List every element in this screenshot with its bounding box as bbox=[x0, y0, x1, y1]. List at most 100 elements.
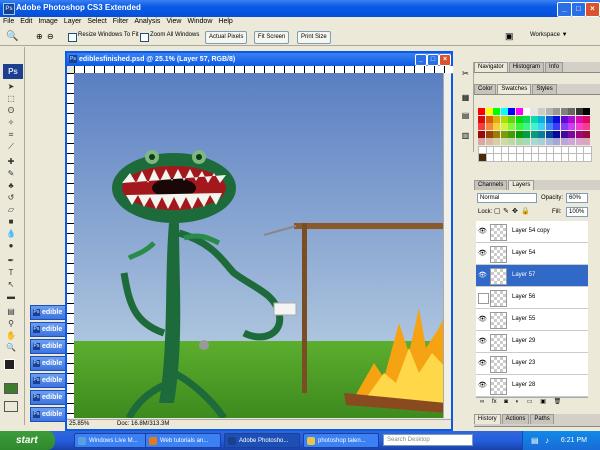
layer-row[interactable]: 👁 Layer 54 bbox=[476, 243, 588, 265]
swatch[interactable] bbox=[575, 108, 583, 115]
swatch[interactable] bbox=[500, 108, 508, 115]
swatch[interactable] bbox=[478, 130, 485, 138]
zoom-in-icon[interactable]: ⊕ bbox=[36, 32, 43, 41]
tab-actions[interactable]: Actions bbox=[501, 414, 530, 424]
layer-row[interactable]: Layer 56 bbox=[476, 287, 588, 309]
zoom-all-checkbox[interactable] bbox=[140, 33, 149, 42]
tab-styles[interactable]: Styles bbox=[532, 84, 557, 94]
layer-visibility-eye-icon[interactable]: 👁 bbox=[478, 315, 487, 324]
lock-transparent-icon[interactable]: ▢ bbox=[494, 207, 501, 215]
minimized-doc-3[interactable]: Ps edible bbox=[30, 339, 68, 354]
swatch[interactable] bbox=[553, 115, 560, 123]
menu-layer[interactable]: Layer bbox=[61, 17, 85, 26]
minimized-doc-7[interactable]: Ps edible bbox=[30, 407, 68, 422]
swatch[interactable] bbox=[500, 130, 508, 138]
new-layer-icon[interactable]: ▣ bbox=[540, 399, 546, 405]
doc-size-info[interactable]: Doc: 16.8M/313.3M bbox=[117, 420, 169, 428]
taskbar-item[interactable]: photoshop talen... bbox=[303, 433, 379, 448]
swatch[interactable] bbox=[493, 115, 500, 123]
swatch[interactable] bbox=[553, 130, 560, 138]
new-group-icon[interactable]: ▭ bbox=[527, 399, 533, 405]
brush-tool-icon[interactable]: ✎ bbox=[5, 169, 17, 178]
adjustment-layer-icon[interactable]: ◐ bbox=[516, 399, 520, 405]
swatch[interactable] bbox=[523, 115, 530, 123]
layer-row[interactable]: 👁 Layer 28 bbox=[476, 375, 588, 397]
menu-window[interactable]: Window bbox=[184, 17, 215, 26]
history-brush-icon[interactable]: ↺ bbox=[5, 193, 17, 202]
eraser-tool-icon[interactable]: ▱ bbox=[5, 205, 17, 214]
network-icon[interactable]: ▤ bbox=[531, 431, 539, 450]
hand-tool-icon[interactable]: ✋ bbox=[5, 331, 17, 340]
swatch[interactable] bbox=[493, 138, 500, 145]
swatch[interactable] bbox=[538, 123, 545, 130]
swatch[interactable] bbox=[530, 123, 538, 130]
lock-position-icon[interactable]: ✥ bbox=[512, 207, 518, 215]
swatch[interactable] bbox=[530, 115, 538, 123]
swatch[interactable] bbox=[515, 130, 523, 138]
swatch[interactable] bbox=[508, 138, 515, 145]
tab-history[interactable]: History bbox=[474, 414, 501, 424]
zoom-tool-box-icon[interactable]: 🔍 bbox=[5, 343, 17, 352]
layer-row[interactable]: 👁 Layer 57 bbox=[476, 265, 588, 287]
notes-tool-icon[interactable]: ▤ bbox=[5, 307, 17, 316]
swatch[interactable] bbox=[568, 123, 575, 130]
menu-file[interactable]: File bbox=[0, 17, 17, 26]
swatch[interactable] bbox=[575, 123, 583, 130]
taskbar-item[interactable]: Web tutorials an... bbox=[145, 433, 221, 448]
swatch[interactable] bbox=[568, 115, 575, 123]
swatch[interactable] bbox=[515, 115, 523, 123]
resize-windows-checkbox[interactable] bbox=[68, 33, 77, 42]
taskbar-item[interactable]: Adobe Photosho... bbox=[224, 433, 300, 448]
swatch[interactable] bbox=[478, 115, 485, 123]
swatch[interactable] bbox=[500, 115, 508, 123]
camera-icon[interactable]: ▣ bbox=[505, 31, 514, 42]
path-selection-icon[interactable]: ↖ bbox=[5, 280, 17, 289]
swatch[interactable] bbox=[538, 115, 545, 123]
swatch[interactable] bbox=[523, 138, 530, 145]
document-title-bar[interactable]: Ps ediblesfinished.psd @ 25.1% (Layer 57… bbox=[67, 53, 451, 66]
menu-select[interactable]: Select bbox=[84, 17, 109, 26]
tab-histogram[interactable]: Histogram bbox=[508, 62, 545, 72]
link-layers-icon[interactable]: ∞ bbox=[480, 399, 484, 405]
swatch[interactable] bbox=[478, 108, 485, 115]
swatch[interactable] bbox=[485, 115, 493, 123]
swatch[interactable] bbox=[583, 115, 590, 123]
swatch[interactable] bbox=[568, 108, 575, 115]
healing-brush-icon[interactable]: ✚ bbox=[5, 157, 17, 166]
lock-image-icon[interactable]: ✎ bbox=[503, 207, 509, 215]
swatch[interactable] bbox=[545, 123, 553, 130]
swatch[interactable] bbox=[575, 138, 583, 145]
zoom-level[interactable]: 25.85% bbox=[69, 420, 89, 428]
desktop-search-input[interactable]: Search Desktop bbox=[383, 434, 473, 446]
tab-navigator[interactable]: Navigator bbox=[474, 62, 508, 72]
swatch[interactable] bbox=[493, 130, 500, 138]
swatch[interactable] bbox=[530, 130, 538, 138]
fit-screen-button[interactable]: Fit Screen bbox=[254, 31, 290, 44]
swatch[interactable] bbox=[583, 130, 590, 138]
layer-comps-icon[interactable]: ▥ bbox=[460, 130, 471, 141]
taskbar-item[interactable]: Windows Live M... bbox=[74, 433, 150, 448]
quick-mask-icon[interactable] bbox=[4, 383, 18, 394]
layer-visibility-eye-icon[interactable]: 👁 bbox=[478, 271, 487, 280]
minimized-doc-1[interactable]: Ps edible bbox=[30, 305, 68, 320]
screen-mode-icon[interactable] bbox=[4, 401, 18, 412]
swatch[interactable] bbox=[583, 123, 590, 130]
menu-help[interactable]: Help bbox=[215, 17, 235, 26]
magic-wand-icon[interactable]: ✧ bbox=[5, 118, 17, 127]
tab-layers[interactable]: Layers bbox=[508, 180, 535, 190]
swatch[interactable] bbox=[515, 123, 523, 130]
menu-image[interactable]: Image bbox=[35, 17, 60, 26]
delete-layer-icon[interactable]: 🗑 bbox=[554, 399, 562, 405]
layer-row[interactable]: 👁 Layer 55 bbox=[476, 309, 588, 331]
swatch[interactable] bbox=[568, 138, 575, 145]
type-tool-icon[interactable]: T bbox=[5, 268, 17, 277]
swatch[interactable] bbox=[583, 138, 590, 145]
layer-row[interactable]: 👁 Layer 23 bbox=[476, 353, 588, 375]
swatch[interactable] bbox=[485, 123, 493, 130]
gradient-tool-icon[interactable]: ■ bbox=[5, 217, 17, 226]
lasso-tool-icon[interactable]: ʘ bbox=[5, 106, 17, 115]
foreground-color-swatch[interactable] bbox=[4, 359, 15, 370]
swatch[interactable] bbox=[538, 108, 545, 115]
layer-visibility-eye-icon[interactable]: 👁 bbox=[478, 359, 487, 368]
swatch[interactable] bbox=[560, 115, 568, 123]
